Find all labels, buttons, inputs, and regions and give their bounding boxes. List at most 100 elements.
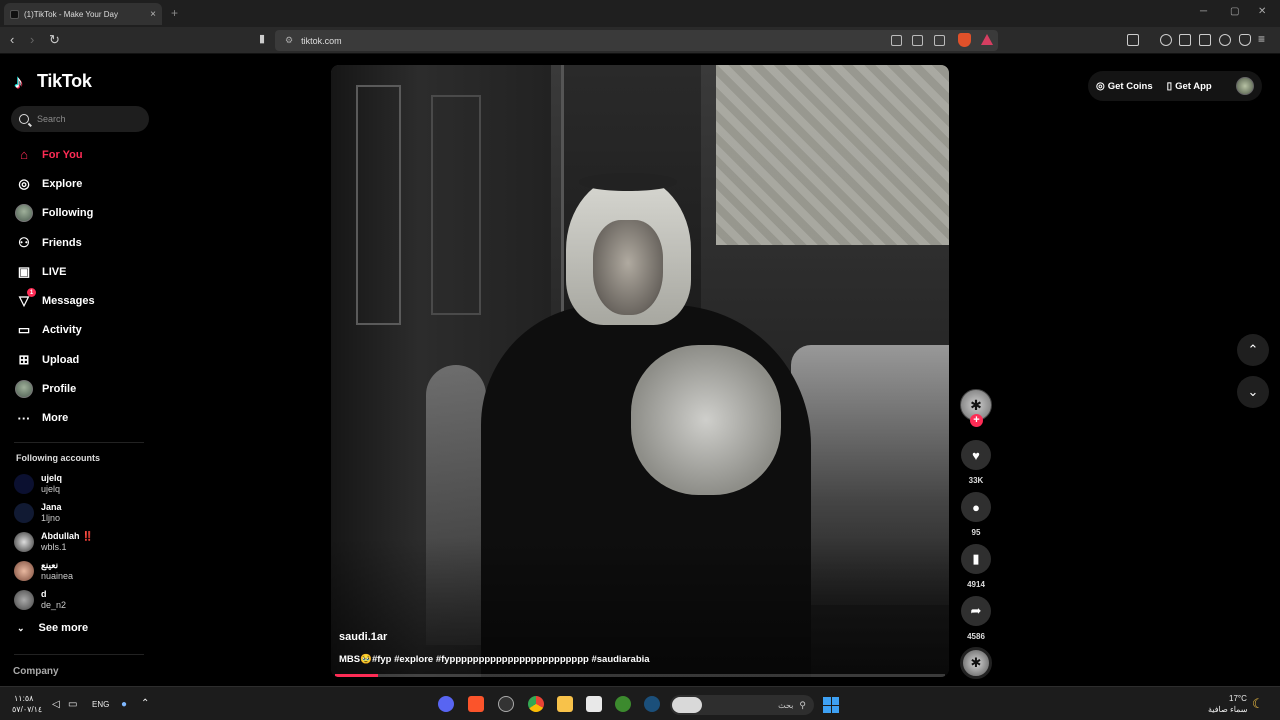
tray-chevron-icon[interactable]: ⌃: [141, 698, 149, 709]
sidebar-item-friends[interactable]: ⚇ Friends: [14, 228, 154, 257]
like-button[interactable]: ♥: [961, 440, 991, 470]
next-video-button[interactable]: ⌄: [1237, 376, 1269, 408]
store-icon[interactable]: [586, 696, 602, 712]
sidebar-item-label: More: [42, 412, 69, 425]
volume-icon[interactable]: ◁: [52, 699, 60, 710]
cast-icon[interactable]: [912, 35, 923, 46]
save-button[interactable]: ▮: [961, 544, 991, 574]
language-indicator[interactable]: ENG: [92, 700, 109, 709]
bookmark-icon: ▮: [972, 551, 980, 566]
site-info-icon[interactable]: ⚙: [285, 35, 293, 46]
media-icon[interactable]: [1160, 34, 1172, 46]
search-input[interactable]: [37, 114, 137, 124]
chrome-icon[interactable]: [528, 696, 544, 712]
get-coins-button[interactable]: ◎ Get Coins: [1096, 81, 1153, 92]
sidebar-item-messages[interactable]: ▽ 1 Messages: [14, 286, 154, 315]
video-author[interactable]: saudi.1ar: [339, 631, 387, 643]
account-item[interactable]: Abdullah ‼️ wbls.1: [14, 528, 154, 556]
chevron-up-icon: ⌃: [1247, 342, 1259, 357]
tiktok-logo[interactable]: ♪ TikTok: [14, 71, 92, 92]
comment-count: 95: [971, 528, 981, 537]
video-frame-sleeve: [631, 345, 781, 495]
network-icon[interactable]: ▭: [68, 699, 77, 710]
sidebar-item-profile[interactable]: Profile: [14, 374, 154, 403]
avatar: [14, 590, 34, 610]
brave-shield-icon[interactable]: [958, 33, 971, 47]
clock-time[interactable]: ١١:٥٨: [14, 694, 33, 703]
account-handle: ujelq: [41, 484, 61, 494]
browser-tab[interactable]: (1)TikTok - Make Your Day ×: [4, 3, 162, 25]
share-icon[interactable]: [934, 35, 945, 46]
account-item[interactable]: d de_n2: [14, 586, 154, 614]
get-app-button[interactable]: ▯ Get App: [1167, 81, 1212, 92]
search-box[interactable]: [11, 106, 149, 132]
account-item[interactable]: نعينع nuainea: [14, 557, 154, 585]
steam-icon[interactable]: [644, 696, 660, 712]
tab-close-icon[interactable]: ×: [150, 9, 156, 20]
user-avatar[interactable]: [1236, 77, 1254, 95]
sidebar-item-for-you[interactable]: ⌂ For You: [14, 140, 154, 169]
leo-ai-icon[interactable]: [1219, 34, 1231, 46]
tiktok-favicon-icon: [10, 9, 19, 19]
reload-icon[interactable]: ↻: [49, 32, 60, 48]
account-item[interactable]: Jana 1ljno: [14, 499, 154, 527]
discord-icon[interactable]: [438, 696, 454, 712]
weather-condition[interactable]: سماء صافية: [1208, 705, 1248, 714]
address-bar[interactable]: ⚙ tiktok.com: [275, 30, 998, 51]
back-icon[interactable]: ‹: [10, 32, 14, 47]
forward-icon[interactable]: ›: [30, 32, 34, 47]
get-app-label: Get App: [1175, 80, 1212, 92]
avatar: [14, 532, 34, 552]
tiktok-note-icon: ♪: [14, 71, 23, 92]
sidebar-item-explore[interactable]: ◎ Explore: [14, 169, 154, 198]
sidebar-item-following[interactable]: Following: [14, 199, 154, 228]
bookmark-icon[interactable]: ▮: [259, 32, 265, 45]
sidebar-item-upload[interactable]: ⊞ Upload: [14, 345, 154, 374]
file-explorer-icon[interactable]: [557, 696, 573, 712]
video-progress-bar[interactable]: [335, 674, 945, 677]
share-count: 4586: [967, 632, 985, 641]
comment-button[interactable]: ●: [961, 492, 991, 522]
divider: [14, 442, 144, 443]
account-name: Jana: [41, 502, 62, 512]
sidebar-item-live[interactable]: ▣ LIVE: [14, 257, 154, 286]
account-handle: nuainea: [41, 571, 74, 581]
clock-date[interactable]: ٥٧/٠٧/١٤: [12, 705, 42, 714]
translate-icon[interactable]: [891, 35, 902, 46]
screenshot-icon[interactable]: [1127, 34, 1139, 46]
follow-plus-button[interactable]: +: [970, 414, 983, 427]
logo-text: TikTok: [37, 71, 92, 91]
chevron-down-icon: ⌄: [17, 622, 25, 633]
sidebar-item-activity[interactable]: ▭ Activity: [14, 316, 154, 345]
vpn-icon[interactable]: [1239, 34, 1251, 46]
new-tab-button[interactable]: +: [171, 6, 178, 20]
share-button[interactable]: ➦: [961, 596, 991, 626]
wallet-icon[interactable]: [1199, 34, 1211, 46]
brave-browser-icon[interactable]: [468, 696, 484, 712]
windows-start-icon[interactable]: [823, 697, 839, 713]
save-count: 4914: [967, 580, 985, 589]
microphone-icon[interactable]: ●: [121, 699, 127, 710]
window-close-icon[interactable]: ✕: [1258, 6, 1266, 17]
music-disc-icon[interactable]: ✱: [960, 647, 992, 679]
see-more-button[interactable]: ⌄ See more: [17, 622, 88, 634]
brave-rewards-icon[interactable]: [981, 34, 993, 45]
menu-icon[interactable]: ≡: [1258, 32, 1265, 46]
compass-icon: ◎: [18, 175, 30, 191]
activity-icon: ▭: [17, 322, 31, 338]
video-player[interactable]: saudi.1ar MBS🥹#fyp #explore #fyppppppppp…: [331, 65, 949, 677]
search-icon: ⚲: [799, 699, 806, 710]
maximize-icon[interactable]: ▢: [1230, 6, 1239, 17]
avatar: [14, 561, 34, 581]
sidebar-icon[interactable]: [1179, 34, 1191, 46]
xbox-icon[interactable]: [615, 696, 631, 712]
weather-temp[interactable]: 17°C: [1229, 694, 1247, 703]
minimize-icon[interactable]: ─: [1200, 6, 1207, 17]
company-link[interactable]: Company: [13, 666, 59, 677]
sidebar-item-more[interactable]: ··· More: [14, 404, 154, 433]
live-icon: ▣: [17, 263, 31, 279]
app-icon[interactable]: [498, 696, 514, 712]
weather-widget-icon[interactable]: [672, 697, 702, 713]
account-item[interactable]: ujelq ujelq: [14, 470, 154, 498]
previous-video-button[interactable]: ⌃: [1237, 334, 1269, 366]
